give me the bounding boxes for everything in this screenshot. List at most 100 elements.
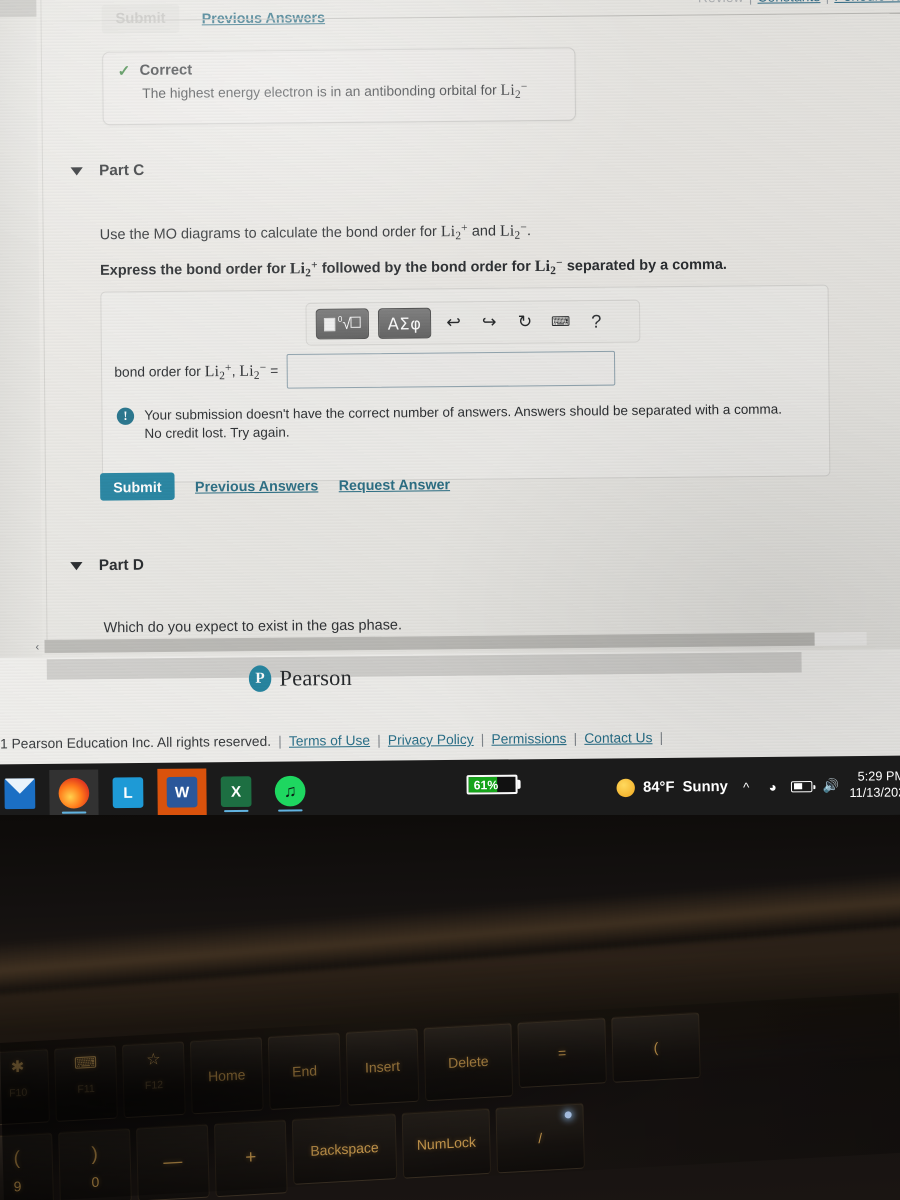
laptop-body: ✱ F10 ⌨ F11 ☆ F12 Home End Insert Delete… (0, 815, 900, 1200)
redo-arrow-icon[interactable]: ↪ (476, 309, 503, 336)
greek-symbols-button[interactable]: ΑΣφ (377, 307, 432, 339)
math-template-button[interactable]: 0 √ (315, 308, 370, 340)
key-f12[interactable]: ☆ F12 (122, 1040, 186, 1119)
key-numpad-equals[interactable]: = (517, 1017, 607, 1089)
key-0[interactable]: ) 0 (58, 1127, 132, 1200)
chevron-up-icon[interactable]: ^ (738, 779, 754, 794)
clock-widget[interactable]: 5:29 PM 11/13/202 (849, 769, 900, 801)
answer-label: bond order for Li2+, Li2− = (114, 361, 278, 383)
mail-icon (4, 778, 36, 810)
topbar-separator-2: | (825, 0, 829, 4)
taskbar-item-word[interactable]: W (157, 768, 207, 816)
excel-icon: X (220, 776, 252, 808)
undo-arrow-icon[interactable]: ↩ (440, 309, 467, 336)
key-f11-label: F11 (77, 1082, 95, 1096)
part-d-header[interactable]: Part D (70, 556, 144, 574)
review-link[interactable]: Review (698, 0, 744, 5)
error-message: ! Your submission doesn't have the corre… (116, 400, 831, 443)
feedback-species-symbol: Li (500, 81, 516, 99)
taskbar-item-lockdown-browser[interactable]: L (103, 769, 152, 816)
battery-percent-label: 61% (473, 777, 499, 792)
key-0-legends: ) 0 (91, 1144, 99, 1190)
weather-condition: Sunny (682, 778, 728, 796)
instruction-mid: followed by the bond order for (317, 258, 535, 277)
answer-label-comma: , (231, 363, 240, 379)
submit-button[interactable]: Submit (99, 472, 175, 501)
weather-temperature: 84°F (642, 779, 675, 796)
answer-species-2-symbol: Li (239, 362, 254, 380)
part-c-label: Part C (99, 161, 145, 180)
triangle-down-icon[interactable] (70, 166, 83, 176)
taskbar-item-excel[interactable]: X (211, 768, 260, 815)
request-answer-link[interactable]: Request Answer (339, 475, 451, 492)
key-home[interactable]: Home (189, 1036, 264, 1115)
wifi-icon[interactable]: ◕ (764, 779, 780, 794)
constants-link[interactable]: Constants (757, 0, 820, 5)
keyboard-backlight-icon: ⌨ (73, 1054, 98, 1073)
part-c-species-2-symbol: Li (499, 221, 515, 240)
answer-input[interactable] (286, 350, 615, 389)
taskbar-item-spotify[interactable]: ♫ (265, 767, 314, 814)
part-c-species-2: Li2− (499, 221, 527, 241)
reset-circle-icon[interactable]: ↻ (512, 309, 539, 336)
instruction-species-1: Li2+ (290, 259, 318, 279)
error-text: Your submission doesn't have the correct… (144, 400, 782, 442)
keyboard-icon[interactable]: ⌨ (547, 308, 574, 335)
part-c-instruction: Express the bond order for Li2+ followed… (100, 254, 727, 283)
privacy-policy-link[interactable]: Privacy Policy (388, 732, 474, 748)
key-plus[interactable]: + (213, 1119, 288, 1198)
taskbar-item-firefox[interactable] (49, 769, 99, 817)
weather-widget[interactable]: 84°F Sunny (616, 778, 728, 798)
battery-percent-indicator[interactable]: 61% (466, 774, 521, 795)
instruction-suffix: separated by a comma. (562, 256, 727, 275)
lockdown-browser-icon: L (112, 777, 144, 809)
left-gutter (0, 0, 44, 772)
taskbar-item-mail[interactable] (0, 770, 45, 817)
bluetooth-icon: ✱ (10, 1058, 25, 1077)
key-f10-label: F10 (9, 1086, 28, 1100)
volume-icon[interactable]: 🔊 (823, 778, 840, 794)
key-minus[interactable]: — (136, 1123, 210, 1200)
key-end[interactable]: End (267, 1032, 342, 1111)
footer-separator-4: | (573, 730, 578, 747)
math-toolbar: 0 √ ΑΣφ ↩ ↪ ↻ ⌨ ? (305, 299, 641, 346)
instruction-prefix: Express the bond order for (100, 260, 290, 279)
scroll-left-arrow-icon[interactable]: ‹ (30, 640, 44, 652)
triangle-down-icon[interactable] (70, 561, 83, 570)
footer-separator-2: | (377, 732, 381, 748)
permissions-link[interactable]: Permissions (491, 731, 566, 747)
help-icon[interactable]: ? (583, 308, 610, 335)
error-line-2: No credit lost. Try again. (144, 424, 290, 441)
key-f11[interactable]: ⌨ F11 (54, 1044, 118, 1123)
battery-icon[interactable] (791, 780, 813, 792)
check-icon: ✓ (117, 62, 131, 80)
key-numpad-paren-open[interactable]: ( (611, 1011, 701, 1083)
previous-answers-link[interactable]: Previous Answers (195, 477, 318, 495)
correct-feedback-header: ✓ Correct (117, 59, 560, 80)
part-c-header[interactable]: Part C (70, 162, 144, 180)
pearson-logo: P Pearson (248, 665, 352, 693)
radical-icon: 0 √ (338, 314, 362, 333)
contact-us-link[interactable]: Contact Us (584, 730, 652, 746)
star-icon: ☆ (146, 1051, 161, 1069)
key-backspace[interactable]: Backspace (291, 1113, 398, 1185)
key-insert[interactable]: Insert (345, 1027, 420, 1106)
footer-separator-3: | (480, 731, 485, 747)
laptop-photo-scene: Review | Constants | Periodic Ta Submit … (0, 0, 900, 1200)
answer-panel: 0 √ ΑΣφ ↩ ↪ ↻ ⌨ ? bond order for Li2+, Li… (100, 284, 831, 484)
part-c-species-1-symbol: Li (440, 222, 456, 241)
word-icon: W (166, 776, 198, 808)
key-f12-label: F12 (144, 1078, 164, 1092)
key-f10[interactable]: ✱ F10 (0, 1048, 50, 1126)
part-c-prompt-mid: and (467, 223, 501, 240)
left-gutter-top (0, 0, 37, 18)
key-delete[interactable]: Delete (423, 1022, 514, 1102)
part-c-action-row: Submit Previous Answers Request Answer (99, 470, 451, 501)
correct-feedback-title: Correct (139, 62, 193, 80)
key-numlock[interactable]: NumLock (401, 1107, 572, 1179)
periodic-table-link[interactable]: Periodic Ta (834, 0, 900, 4)
key-9[interactable]: ( 9 (0, 1132, 54, 1200)
terms-of-use-link[interactable]: Terms of Use (289, 733, 370, 749)
exclamation-icon: ! (116, 407, 135, 426)
part-c-species-1: Li2+ (440, 222, 468, 242)
